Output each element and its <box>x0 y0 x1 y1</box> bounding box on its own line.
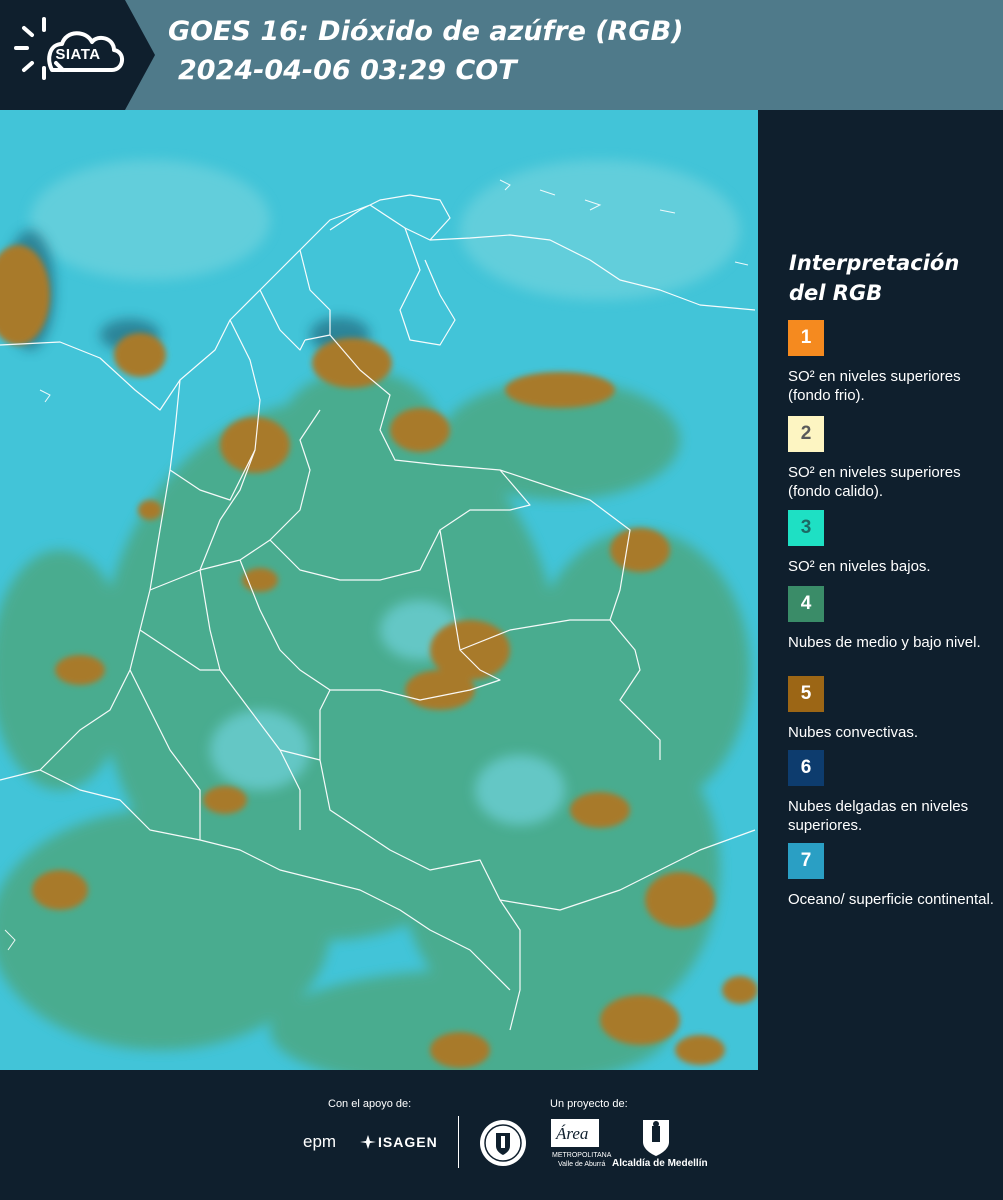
satellite-map <box>0 110 758 1070</box>
legend-swatch: 3 <box>788 510 824 546</box>
page-title: GOES 16: Dióxido de azúfre (RGB) <box>168 16 684 47</box>
project-label: Un proyecto de: <box>550 1098 628 1110</box>
legend-swatch: 6 <box>788 750 824 786</box>
legend-item-7: 7 Oceano/ superficie continental. <box>788 843 1000 909</box>
legend-title: Interpretación del RGB <box>789 251 960 305</box>
legend-item-6: 6 Nubes delgadas en niveles superiores. <box>788 750 1000 835</box>
legend-panel: Interpretación del RGB 1 SO² en niveles … <box>760 110 1003 1070</box>
header: SIATA GOES 16: Dióxido de azúfre (RGB) 2… <box>0 0 1003 110</box>
footer-divider <box>458 1116 459 1168</box>
alcaldia-logo-text: Alcaldía de Medellín <box>612 1158 708 1169</box>
support-label: Con el apoyo de: <box>328 1098 412 1110</box>
legend-swatch: 4 <box>788 586 824 622</box>
legend-item-1: 1 SO² en niveles superiores (fondo frio)… <box>788 320 1000 405</box>
legend-item-3: 3 SO² en niveles bajos. <box>788 510 1000 576</box>
epm-logo: epm <box>303 1132 337 1151</box>
legend-swatch: 7 <box>788 843 824 879</box>
area-sub1: METROPOLITANA <box>552 1152 612 1159</box>
logo-text: SIATA <box>55 46 101 63</box>
area-logo-text: Área <box>556 1124 589 1143</box>
university-seal-icon <box>480 1120 526 1166</box>
legend-swatch: 1 <box>788 320 824 356</box>
isagen-logo: ISAGEN <box>378 1134 438 1150</box>
isagen-icon <box>360 1135 376 1149</box>
legend-desc: SO² en niveles bajos. <box>788 558 931 575</box>
area-sub2: Valle de Aburrá <box>558 1161 606 1168</box>
legend-item-4: 4 Nubes de medio y bajo nivel. <box>788 586 1000 652</box>
coat-of-arms-icon <box>643 1120 669 1156</box>
legend-desc: Nubes convectivas. <box>788 724 919 741</box>
legend-item-5: 5 Nubes convectivas. <box>788 676 1000 742</box>
legend-desc: Nubes de medio y bajo nivel. <box>788 634 981 651</box>
timestamp: 2024-04-06 03:29 COT <box>178 55 517 86</box>
legend-swatch: 2 <box>788 416 824 452</box>
legend-item-2: 2 SO² en niveles superiores (fondo calid… <box>788 416 1000 501</box>
legend-desc: SO² en niveles superiores (fondo frio). <box>788 368 961 404</box>
legend-desc: Oceano/ superficie continental. <box>788 891 994 908</box>
legend-desc: Nubes delgadas en niveles superiores. <box>788 798 969 834</box>
legend-desc: SO² en niveles superiores (fondo calido)… <box>788 464 961 500</box>
legend-swatch: 5 <box>788 676 824 712</box>
satellite-imagery <box>0 110 758 1070</box>
siata-logo: SIATA <box>0 0 155 110</box>
footer: Con el apoyo de: Un proyecto de: epm ISA… <box>0 1070 1003 1200</box>
